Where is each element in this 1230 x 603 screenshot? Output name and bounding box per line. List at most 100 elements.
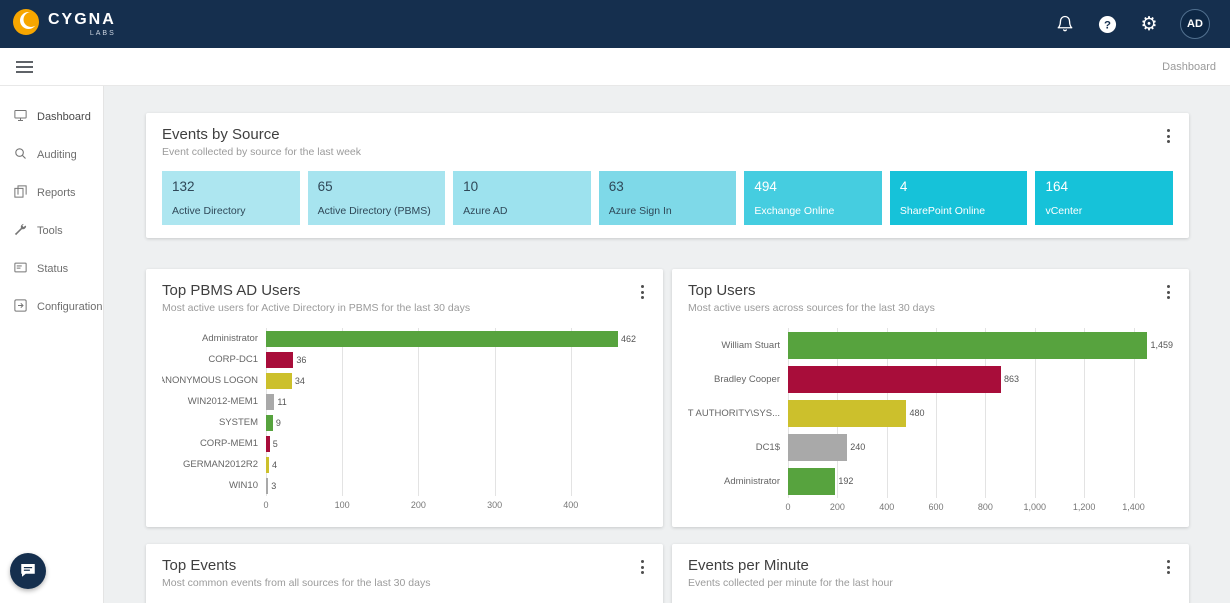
breadcrumb: Dashboard [1162, 60, 1216, 73]
chart-bar [266, 477, 269, 494]
notifications-bell-icon[interactable] [1054, 13, 1076, 35]
top-users-chart: William Stuart Bradley Cooper NT AUTHORITY… [688, 328, 1173, 514]
dashboard-icon [13, 108, 28, 126]
chart-x-tick-label: 600 [928, 502, 944, 512]
cygna-logo-icon [12, 8, 40, 41]
chart-x-tick-label: 1,400 [1122, 502, 1145, 512]
sidebar-item-label: Status [37, 263, 69, 275]
sidebar: Dashboard Auditing Reports Tools Status … [0, 86, 104, 603]
sidebar-item-reports[interactable]: Reports [0, 174, 103, 212]
chart-category-label: CORP-DC1 [208, 354, 258, 365]
chart-x-tick-label: 1,200 [1072, 502, 1096, 512]
tile-label: Azure AD [463, 205, 508, 217]
chart-bar [788, 365, 1001, 393]
source-tile: 65 Active Directory (PBMS) [307, 171, 446, 225]
brand-logo[interactable]: CYGNA LABS [12, 8, 116, 41]
card-title: Top Users [688, 282, 756, 299]
chart-value-label: 240 [850, 442, 866, 452]
card-top-users: Top Users Most active users across sourc… [672, 269, 1189, 527]
card-menu-kebab-icon[interactable] [1157, 125, 1179, 147]
chart-value-label: 4 [272, 459, 278, 470]
sidebar-item-auditing[interactable]: Auditing [0, 136, 103, 174]
help-icon[interactable]: ? [1096, 13, 1118, 35]
tile-value: 10 [463, 179, 479, 194]
card-menu-kebab-icon[interactable] [1157, 281, 1179, 303]
top-navbar: CYGNA LABS ? ⚙ AD [0, 0, 1230, 48]
settings-gear-icon[interactable]: ⚙ [1138, 13, 1160, 35]
wrench-icon [13, 222, 28, 240]
card-title: Top PBMS AD Users [162, 282, 301, 299]
chart-bar [788, 331, 1148, 359]
chart-bar [788, 467, 836, 495]
chart-bar [788, 399, 907, 427]
menu-toggle-hamburger-icon[interactable] [14, 57, 35, 77]
chart-value-label: 1,459 [1150, 340, 1173, 350]
tile-label: SharePoint Online [899, 205, 986, 217]
chart-category-label: William Stuart [721, 339, 780, 351]
avatar[interactable]: AD [1180, 9, 1210, 39]
chart-bar [266, 393, 275, 410]
source-tile: 10 Azure AD [453, 171, 591, 225]
chart-bar [266, 435, 270, 452]
chart-category-label: Administrator [202, 333, 258, 344]
chart-value-label: 34 [294, 375, 305, 386]
tile-value: 4 [899, 179, 908, 194]
svg-text:?: ? [1104, 19, 1111, 31]
chart-bar [266, 414, 273, 431]
search-icon [13, 146, 28, 164]
chart-bar [266, 372, 292, 389]
chart-value-label: 192 [838, 476, 854, 486]
card-menu-kebab-icon[interactable] [631, 281, 653, 303]
source-tile: 4 SharePoint Online [889, 171, 1028, 225]
sidebar-item-tools[interactable]: Tools [0, 212, 103, 250]
chart-x-tick-label: 100 [334, 500, 350, 510]
tile-value: 132 [172, 179, 195, 194]
chat-button[interactable] [10, 553, 46, 589]
chart-category-label: WIN10 [228, 480, 258, 491]
chart-value-label: 9 [275, 417, 281, 428]
status-icon [13, 260, 28, 278]
topbar-icons: ? ⚙ AD [1054, 9, 1210, 39]
card-menu-kebab-icon[interactable] [631, 556, 653, 578]
chart-category-label: DC1$ [755, 441, 780, 453]
chart-x-tick-label: 1,000 [1023, 502, 1047, 512]
chart-category-label: Bradley Cooper [713, 373, 780, 385]
chart-category-label: CORP-MEM1 [199, 438, 258, 449]
chat-bubble-icon [19, 561, 37, 582]
top-pbms-ad-users-chart: Administrator CORP-DC1 ANONYMOUS LOGON WIN2… [162, 328, 647, 512]
card-subtitle: Event collected by source for the last w… [162, 146, 362, 158]
sidebar-item-label: Configuration [37, 301, 103, 313]
sidebar-item-configuration[interactable]: Configuration [0, 288, 103, 326]
brand-sub: LABS [89, 29, 116, 37]
card-top-events: Top Events Most common events from all s… [146, 544, 663, 603]
card-subtitle: Most common events from all sources for … [162, 577, 431, 589]
chart-value-label: 462 [621, 333, 637, 344]
tile-value: 63 [608, 179, 624, 194]
chart-x-tick-label: 200 [829, 502, 845, 512]
brand-name: CYGNA [48, 10, 116, 28]
card-events-per-minute: Events per Minute Events collected per m… [672, 544, 1189, 603]
configuration-icon [13, 298, 28, 316]
sidebar-item-label: Reports [37, 187, 76, 199]
chart-category-label: WIN2012-MEM1 [187, 396, 258, 407]
chart-value-label: 3 [271, 480, 277, 491]
card-title: Events by Source [162, 126, 280, 143]
card-subtitle: Events collected per minute for the last… [688, 577, 893, 589]
chart-x-tick-label: 300 [487, 500, 503, 510]
source-tile: 494 Exchange Online [744, 171, 882, 225]
sidebar-item-label: Auditing [37, 149, 77, 161]
tile-value: 164 [1045, 179, 1068, 194]
chart-bar [788, 433, 848, 461]
sidebar-item-label: Dashboard [37, 111, 91, 123]
card-menu-kebab-icon[interactable] [1157, 556, 1179, 578]
chart-x-tick-label: 0 [263, 500, 269, 510]
chart-value-label: 863 [1003, 374, 1019, 384]
chart-x-tick-label: 400 [563, 500, 579, 510]
chart-bar [266, 330, 619, 347]
sidebar-item-status[interactable]: Status [0, 250, 103, 288]
tile-value: 65 [317, 179, 333, 194]
card-subtitle: Most active users for Active Directory i… [162, 302, 471, 314]
source-tiles: 132 Active Directory 65 Active Directory… [162, 171, 1174, 225]
sidebar-item-dashboard[interactable]: Dashboard [0, 98, 103, 136]
tile-label: vCenter [1045, 205, 1083, 217]
